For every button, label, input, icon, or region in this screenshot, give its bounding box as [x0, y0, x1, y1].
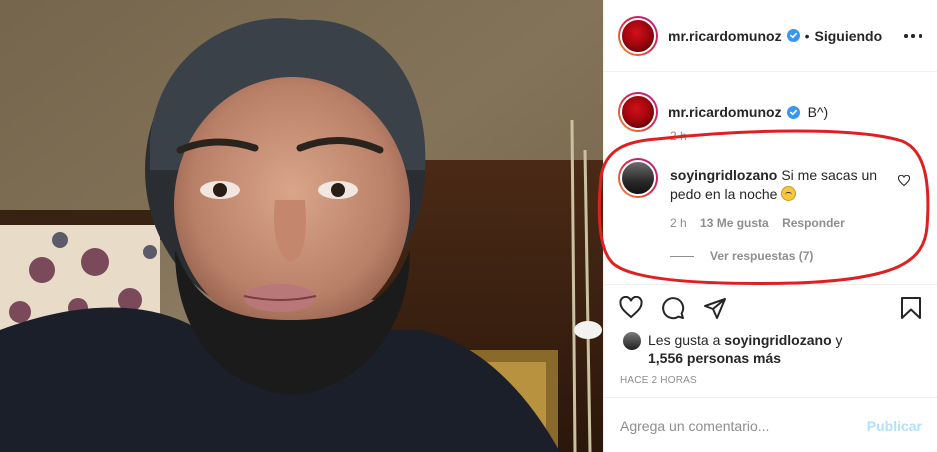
- add-comment-bar: Publicar: [604, 397, 937, 452]
- post-photo[interactable]: [0, 0, 603, 452]
- view-replies-label: Ver respuestas (7): [710, 249, 814, 263]
- post-header: mr.ricardomunoz • Siguiendo: [604, 0, 937, 72]
- liker-avatar[interactable]: [622, 331, 642, 351]
- author-avatar[interactable]: [618, 15, 658, 56]
- comment-like-heart-icon[interactable]: [897, 174, 911, 190]
- likes-others-count[interactable]: 1,556 personas más: [648, 350, 781, 366]
- likes-text: Les gusta a soyingridlozano y 1,556 pers…: [648, 331, 858, 367]
- reply-button[interactable]: Responder: [782, 216, 845, 230]
- more-options-icon[interactable]: [904, 27, 922, 45]
- grinning-emoji-icon: [781, 186, 797, 201]
- caption-author-username[interactable]: mr.ricardomunoz: [668, 104, 782, 120]
- selfie-image: [0, 0, 603, 452]
- liker-username[interactable]: soyingridlozano: [724, 332, 831, 348]
- comment-likes-count[interactable]: 13 Me gusta: [700, 216, 769, 230]
- comment-meta: 2 h 13 Me gusta Responder: [670, 216, 855, 230]
- post-actions-section: Les gusta a soyingridlozano y 1,556 pers…: [604, 284, 937, 452]
- caption-author-avatar[interactable]: [618, 92, 658, 132]
- commenter-username[interactable]: soyingridlozano: [670, 167, 777, 183]
- view-replies-button[interactable]: Ver respuestas (7): [670, 249, 813, 263]
- following-button[interactable]: Siguiendo: [815, 28, 883, 44]
- separator-dot: •: [804, 27, 810, 44]
- likes-prefix: Les gusta a: [648, 332, 725, 348]
- heart-icon[interactable]: [618, 295, 644, 321]
- bookmark-icon[interactable]: [898, 295, 924, 321]
- action-icons: [618, 295, 728, 321]
- verified-badge-icon: [786, 29, 800, 42]
- caption-timestamp[interactable]: 2 h: [670, 129, 687, 143]
- post-side-panel: mr.ricardomunoz • Siguiendo mr.ricardomu…: [603, 0, 937, 452]
- comment-icon[interactable]: [660, 295, 686, 321]
- verified-badge-icon: [786, 105, 800, 119]
- comment-body: soyingridlozano Si me sacas un pedo en la…: [670, 166, 890, 204]
- share-icon[interactable]: [702, 295, 728, 321]
- replies-divider: [670, 255, 694, 257]
- comment-input[interactable]: [620, 417, 867, 434]
- commenter-avatar[interactable]: [618, 158, 658, 198]
- publish-button[interactable]: Publicar: [867, 418, 922, 434]
- comment-timestamp[interactable]: 2 h: [670, 216, 687, 230]
- likes-connector: y: [831, 332, 843, 348]
- post-caption: mr.ricardomunoz B^): [618, 92, 828, 132]
- likes-summary: Les gusta a soyingridlozano y 1,556 pers…: [622, 331, 858, 367]
- post-timestamp[interactable]: HACE 2 HORAS: [620, 375, 697, 386]
- author-username[interactable]: mr.ricardomunoz: [668, 28, 782, 44]
- caption-text: B^): [807, 104, 829, 120]
